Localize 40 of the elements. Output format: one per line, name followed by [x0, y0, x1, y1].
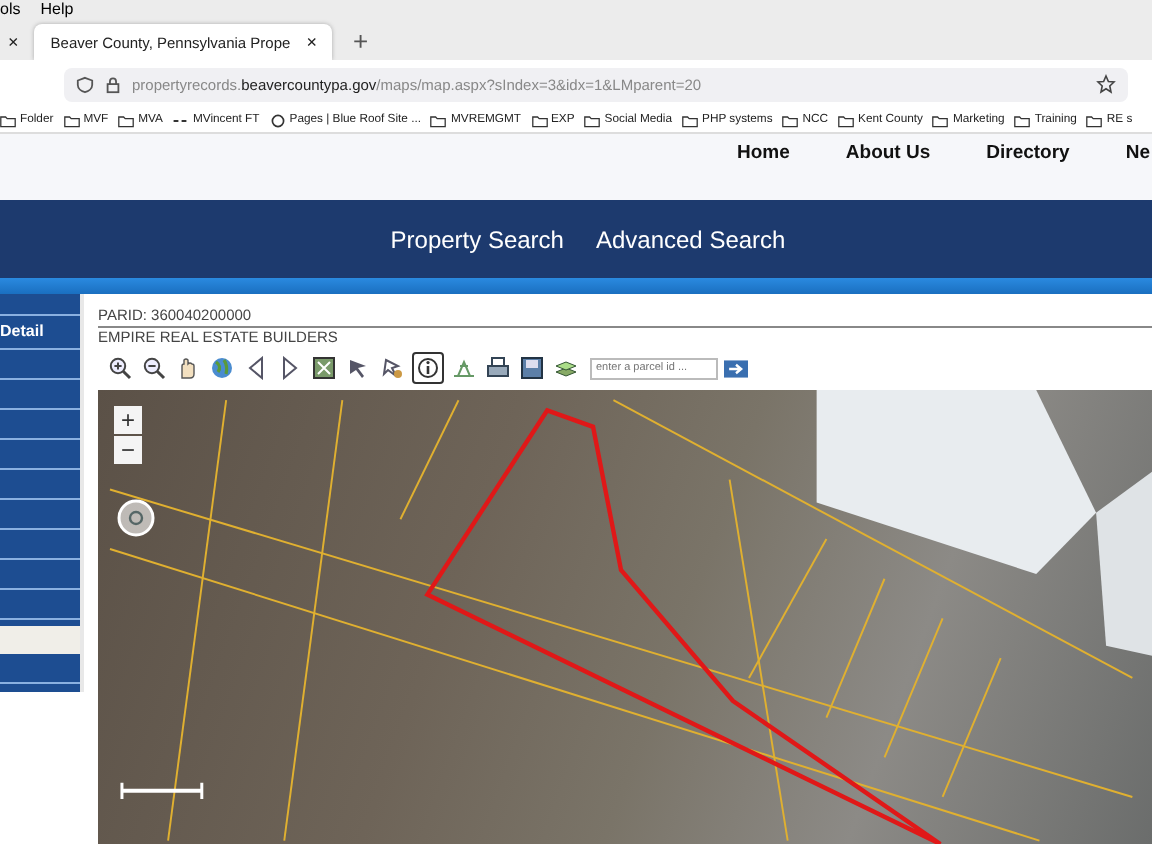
circle-icon: [269, 113, 286, 127]
browser-tab[interactable]: ×: [0, 24, 27, 60]
folder-icon: [1086, 113, 1103, 127]
new-tab-button[interactable]: +: [340, 25, 381, 55]
shield-icon: [76, 75, 94, 93]
select-box-icon[interactable]: [310, 354, 338, 382]
zoom-in-icon[interactable]: [106, 354, 134, 382]
zoom-out-icon[interactable]: [140, 354, 168, 382]
folder-icon: [932, 113, 949, 127]
nav-link[interactable]: Home: [737, 142, 790, 200]
nav-link[interactable]: Directory: [986, 142, 1070, 200]
menu-item[interactable]: ols: [0, 0, 21, 20]
folder-icon: [1014, 113, 1031, 127]
folder-icon: [0, 113, 16, 127]
zoom-in-button[interactable]: +: [114, 406, 142, 434]
sidebar-item[interactable]: Detail: [0, 316, 80, 350]
pan-control-icon[interactable]: [116, 498, 156, 538]
folder-icon: [63, 113, 80, 127]
nav-link[interactable]: About Us: [845, 142, 931, 200]
folder-icon: [838, 113, 855, 127]
save-icon[interactable]: [518, 354, 546, 382]
folder-icon: [531, 113, 547, 127]
folder-icon: [584, 113, 601, 127]
globe-icon[interactable]: [208, 354, 236, 382]
nav-link[interactable]: Property Search: [390, 225, 564, 253]
scale-bar-drawing: [120, 781, 204, 801]
star-icon[interactable]: [1096, 74, 1116, 94]
menu-item[interactable]: Help: [40, 0, 74, 20]
folder-icon: [118, 113, 135, 127]
info-icon[interactable]: [412, 352, 444, 384]
lock-icon: [104, 75, 122, 93]
print-icon[interactable]: [484, 354, 512, 382]
zoom-out-button[interactable]: −: [114, 436, 142, 464]
folder-icon: [430, 113, 447, 127]
nav-link[interactable]: Ne: [1125, 142, 1150, 200]
go-arrow-icon[interactable]: [724, 359, 748, 377]
nav-link[interactable]: Advanced Search: [595, 225, 786, 253]
folder-icon: [782, 113, 799, 127]
pointer-star-icon[interactable]: [378, 354, 406, 382]
folder-icon: [682, 113, 699, 127]
